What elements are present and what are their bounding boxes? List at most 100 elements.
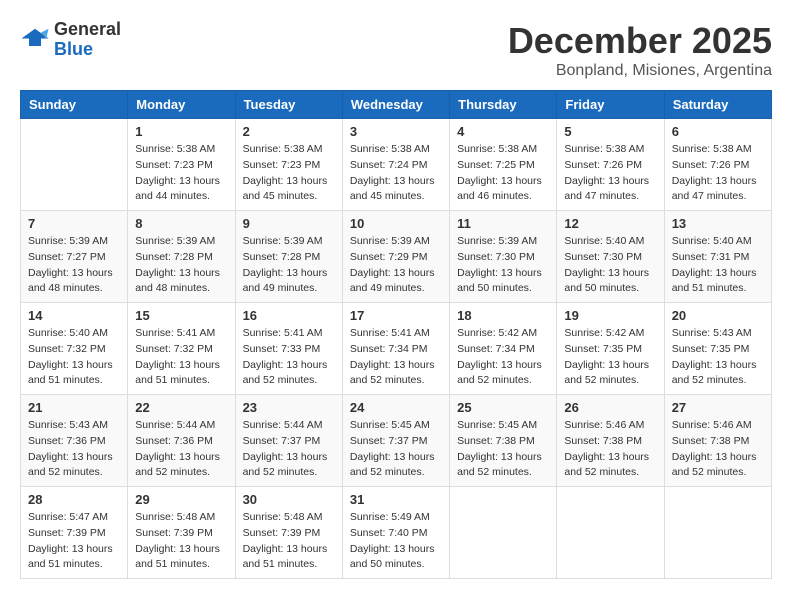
calendar-week-row: 21Sunrise: 5:43 AM Sunset: 7:36 PM Dayli… <box>21 395 772 487</box>
day-info: Sunrise: 5:44 AM Sunset: 7:37 PM Dayligh… <box>243 418 335 481</box>
calendar-table: SundayMondayTuesdayWednesdayThursdayFrid… <box>20 90 772 579</box>
day-info: Sunrise: 5:46 AM Sunset: 7:38 PM Dayligh… <box>564 418 656 481</box>
calendar-cell: 22 Sunrise: 5:44 AM Sunset: 7:36 PM Dayli… <box>128 395 235 487</box>
calendar-cell: 11 Sunrise: 5:39 AM Sunset: 7:30 PM Dayli… <box>450 211 557 303</box>
day-info: Sunrise: 5:41 AM Sunset: 7:32 PM Dayligh… <box>135 326 227 389</box>
calendar-cell: 29 Sunrise: 5:48 AM Sunset: 7:39 PM Dayli… <box>128 487 235 579</box>
day-info: Sunrise: 5:38 AM Sunset: 7:23 PM Dayligh… <box>135 142 227 205</box>
calendar-cell <box>21 119 128 211</box>
day-info: Sunrise: 5:40 AM Sunset: 7:31 PM Dayligh… <box>672 234 764 297</box>
calendar-cell: 28 Sunrise: 5:47 AM Sunset: 7:39 PM Dayli… <box>21 487 128 579</box>
calendar-cell: 23 Sunrise: 5:44 AM Sunset: 7:37 PM Dayli… <box>235 395 342 487</box>
day-number: 17 <box>350 308 442 323</box>
weekday-header: Wednesday <box>342 91 449 119</box>
day-number: 22 <box>135 400 227 415</box>
day-number: 12 <box>564 216 656 231</box>
day-number: 3 <box>350 124 442 139</box>
weekday-header: Friday <box>557 91 664 119</box>
day-info: Sunrise: 5:47 AM Sunset: 7:39 PM Dayligh… <box>28 510 120 573</box>
calendar-week-row: 1 Sunrise: 5:38 AM Sunset: 7:23 PM Daylig… <box>21 119 772 211</box>
calendar-cell: 10Sunrise: 5:39 AM Sunset: 7:29 PM Dayli… <box>342 211 449 303</box>
calendar-cell: 14 Sunrise: 5:40 AM Sunset: 7:32 PM Dayli… <box>21 303 128 395</box>
calendar-cell: 3Sunrise: 5:38 AM Sunset: 7:24 PM Daylig… <box>342 119 449 211</box>
day-info: Sunrise: 5:39 AM Sunset: 7:28 PM Dayligh… <box>135 234 227 297</box>
day-number: 10 <box>350 216 442 231</box>
day-number: 23 <box>243 400 335 415</box>
day-number: 8 <box>135 216 227 231</box>
day-info: Sunrise: 5:41 AM Sunset: 7:34 PM Dayligh… <box>350 326 442 389</box>
day-info: Sunrise: 5:38 AM Sunset: 7:25 PM Dayligh… <box>457 142 549 205</box>
logo-text: General Blue <box>54 20 121 60</box>
day-number: 11 <box>457 216 549 231</box>
weekday-header: Thursday <box>450 91 557 119</box>
weekday-header: Sunday <box>21 91 128 119</box>
day-info: Sunrise: 5:42 AM Sunset: 7:35 PM Dayligh… <box>564 326 656 389</box>
day-number: 30 <box>243 492 335 507</box>
day-info: Sunrise: 5:38 AM Sunset: 7:26 PM Dayligh… <box>564 142 656 205</box>
weekday-header: Tuesday <box>235 91 342 119</box>
calendar-body: 1 Sunrise: 5:38 AM Sunset: 7:23 PM Daylig… <box>21 119 772 579</box>
calendar-cell: 12 Sunrise: 5:40 AM Sunset: 7:30 PM Dayli… <box>557 211 664 303</box>
day-info: Sunrise: 5:41 AM Sunset: 7:33 PM Dayligh… <box>243 326 335 389</box>
weekday-row: SundayMondayTuesdayWednesdayThursdayFrid… <box>21 91 772 119</box>
day-number: 20 <box>672 308 764 323</box>
month-title: December 2025 <box>508 20 772 62</box>
calendar-cell: 1 Sunrise: 5:38 AM Sunset: 7:23 PM Daylig… <box>128 119 235 211</box>
calendar-cell: 27 Sunrise: 5:46 AM Sunset: 7:38 PM Dayli… <box>664 395 771 487</box>
calendar-cell: 21Sunrise: 5:43 AM Sunset: 7:36 PM Dayli… <box>21 395 128 487</box>
day-number: 24 <box>350 400 442 415</box>
day-number: 29 <box>135 492 227 507</box>
day-info: Sunrise: 5:39 AM Sunset: 7:30 PM Dayligh… <box>457 234 549 297</box>
day-number: 25 <box>457 400 549 415</box>
day-info: Sunrise: 5:44 AM Sunset: 7:36 PM Dayligh… <box>135 418 227 481</box>
page-header: General Blue December 2025 Bonpland, Mis… <box>20 20 772 80</box>
calendar-cell: 2Sunrise: 5:38 AM Sunset: 7:23 PM Daylig… <box>235 119 342 211</box>
weekday-header: Saturday <box>664 91 771 119</box>
day-number: 26 <box>564 400 656 415</box>
logo-bird-icon <box>20 25 50 55</box>
calendar-cell: 4 Sunrise: 5:38 AM Sunset: 7:25 PM Daylig… <box>450 119 557 211</box>
calendar-cell: 30Sunrise: 5:48 AM Sunset: 7:39 PM Dayli… <box>235 487 342 579</box>
logo: General Blue <box>20 20 121 60</box>
day-number: 16 <box>243 308 335 323</box>
day-number: 13 <box>672 216 764 231</box>
title-section: December 2025 Bonpland, Misiones, Argent… <box>508 20 772 80</box>
calendar-cell: 25Sunrise: 5:45 AM Sunset: 7:38 PM Dayli… <box>450 395 557 487</box>
calendar-cell: 31Sunrise: 5:49 AM Sunset: 7:40 PM Dayli… <box>342 487 449 579</box>
logo-general: General <box>54 20 121 40</box>
day-number: 1 <box>135 124 227 139</box>
day-info: Sunrise: 5:39 AM Sunset: 7:28 PM Dayligh… <box>243 234 335 297</box>
calendar-cell: 8 Sunrise: 5:39 AM Sunset: 7:28 PM Daylig… <box>128 211 235 303</box>
day-number: 5 <box>564 124 656 139</box>
day-number: 14 <box>28 308 120 323</box>
calendar-cell: 6Sunrise: 5:38 AM Sunset: 7:26 PM Daylig… <box>664 119 771 211</box>
logo-blue: Blue <box>54 40 121 60</box>
day-number: 28 <box>28 492 120 507</box>
calendar-cell: 26 Sunrise: 5:46 AM Sunset: 7:38 PM Dayli… <box>557 395 664 487</box>
calendar-cell: 15 Sunrise: 5:41 AM Sunset: 7:32 PM Dayli… <box>128 303 235 395</box>
day-number: 15 <box>135 308 227 323</box>
calendar-cell: 17 Sunrise: 5:41 AM Sunset: 7:34 PM Dayli… <box>342 303 449 395</box>
day-number: 27 <box>672 400 764 415</box>
day-info: Sunrise: 5:38 AM Sunset: 7:23 PM Dayligh… <box>243 142 335 205</box>
calendar-cell: 20Sunrise: 5:43 AM Sunset: 7:35 PM Dayli… <box>664 303 771 395</box>
day-info: Sunrise: 5:45 AM Sunset: 7:37 PM Dayligh… <box>350 418 442 481</box>
calendar-cell: 9Sunrise: 5:39 AM Sunset: 7:28 PM Daylig… <box>235 211 342 303</box>
day-info: Sunrise: 5:40 AM Sunset: 7:32 PM Dayligh… <box>28 326 120 389</box>
calendar-cell <box>450 487 557 579</box>
calendar-week-row: 28 Sunrise: 5:47 AM Sunset: 7:39 PM Dayli… <box>21 487 772 579</box>
calendar-cell <box>664 487 771 579</box>
day-info: Sunrise: 5:46 AM Sunset: 7:38 PM Dayligh… <box>672 418 764 481</box>
calendar-cell: 18 Sunrise: 5:42 AM Sunset: 7:34 PM Dayli… <box>450 303 557 395</box>
calendar-week-row: 7Sunrise: 5:39 AM Sunset: 7:27 PM Daylig… <box>21 211 772 303</box>
calendar-cell <box>557 487 664 579</box>
day-number: 18 <box>457 308 549 323</box>
day-info: Sunrise: 5:42 AM Sunset: 7:34 PM Dayligh… <box>457 326 549 389</box>
day-info: Sunrise: 5:49 AM Sunset: 7:40 PM Dayligh… <box>350 510 442 573</box>
day-number: 4 <box>457 124 549 139</box>
day-info: Sunrise: 5:48 AM Sunset: 7:39 PM Dayligh… <box>135 510 227 573</box>
calendar-cell: 7Sunrise: 5:39 AM Sunset: 7:27 PM Daylig… <box>21 211 128 303</box>
calendar-week-row: 14 Sunrise: 5:40 AM Sunset: 7:32 PM Dayli… <box>21 303 772 395</box>
location: Bonpland, Misiones, Argentina <box>508 62 772 80</box>
day-info: Sunrise: 5:40 AM Sunset: 7:30 PM Dayligh… <box>564 234 656 297</box>
